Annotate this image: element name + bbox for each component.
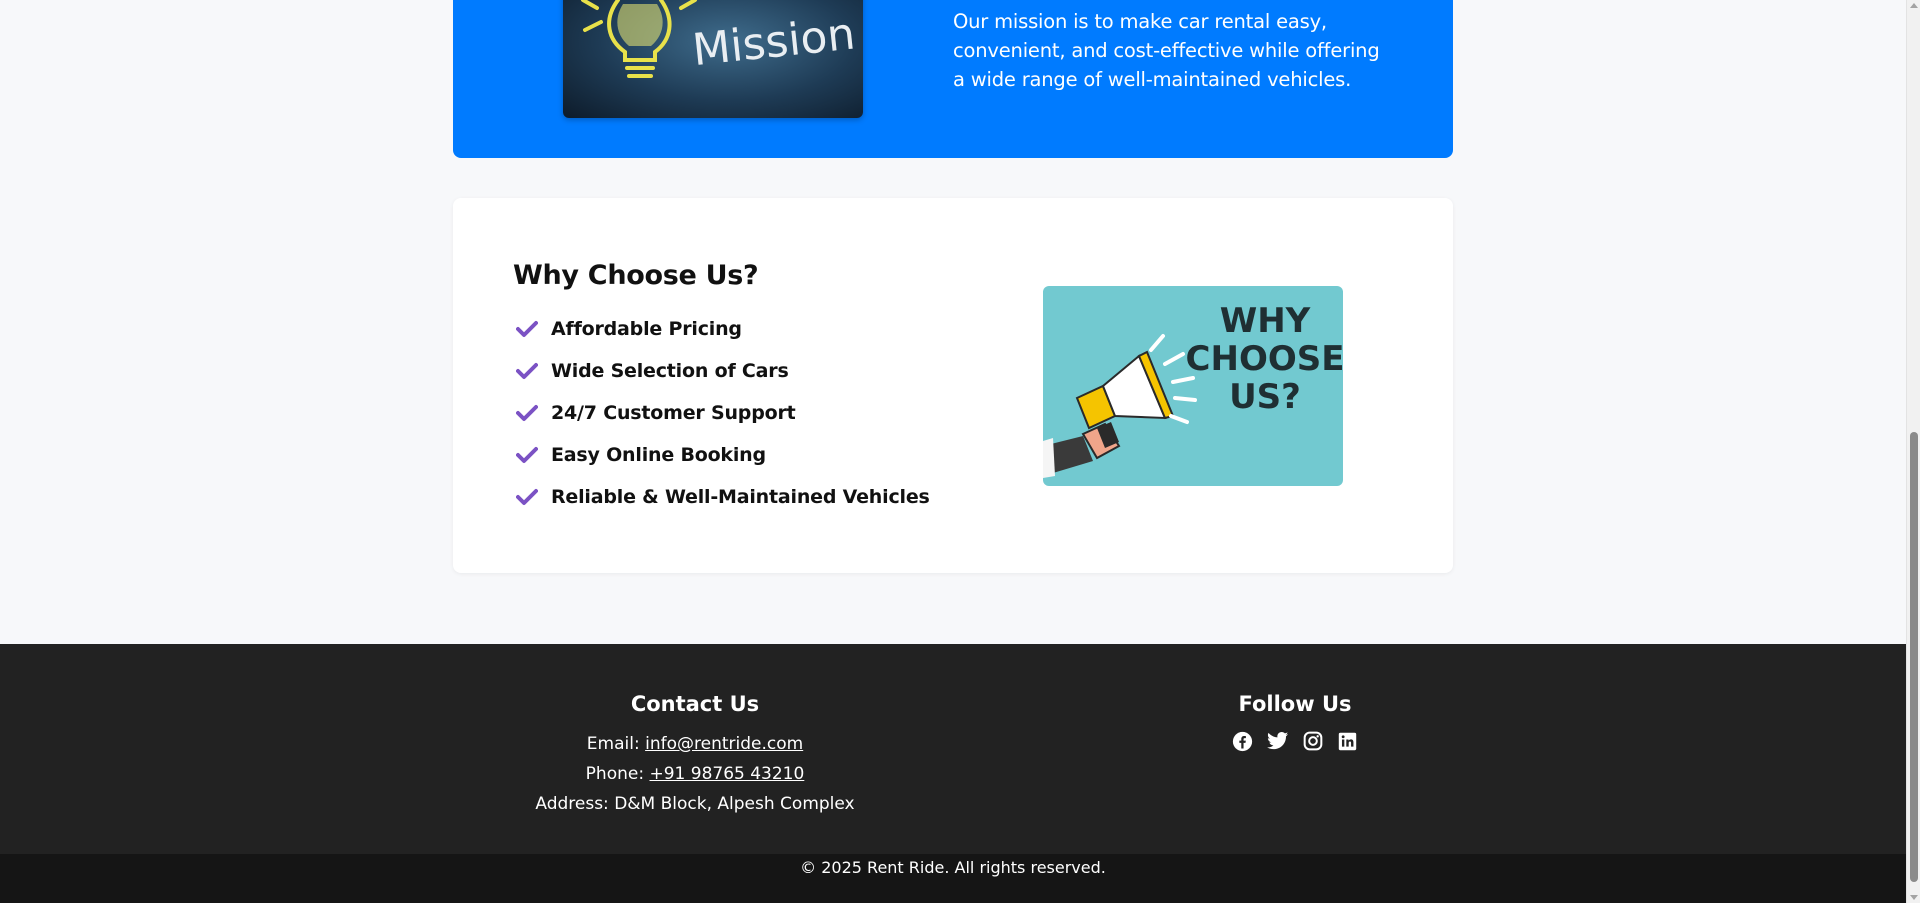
mission-section: Mission Our mission is to make car renta…	[453, 0, 1453, 158]
list-item: 24/7 Customer Support	[513, 392, 930, 434]
instagram-icon[interactable]	[1302, 730, 1324, 752]
check-icon	[515, 319, 539, 339]
follow-section: Follow Us	[1195, 692, 1395, 752]
list-item-label: Easy Online Booking	[551, 444, 766, 466]
phone-link[interactable]: +91 98765 43210	[649, 764, 804, 784]
contact-phone: Phone: +91 98765 43210	[495, 759, 895, 789]
phone-label: Phone:	[585, 764, 645, 784]
contact-address: Address: D&M Block, Alpesh Complex	[495, 789, 895, 819]
mission-image: Mission	[563, 0, 863, 118]
check-icon	[515, 361, 539, 381]
address-label: Address:	[535, 794, 609, 814]
svg-text:WHY: WHY	[1220, 301, 1311, 341]
check-icon	[515, 487, 539, 507]
contact-email: Email: info@rentride.com	[495, 729, 895, 759]
list-item-label: Reliable & Well-Maintained Vehicles	[551, 486, 930, 508]
contact-heading: Contact Us	[630, 692, 760, 716]
scrollbar-thumb[interactable]	[1910, 432, 1918, 882]
copyright-bar: © 2025 Rent Ride. All rights reserved.	[0, 854, 1906, 903]
svg-text:CHOOSE: CHOOSE	[1186, 339, 1343, 379]
list-item-label: Affordable Pricing	[551, 318, 742, 340]
social-links	[1195, 730, 1395, 752]
copyright-text: © 2025 Rent Ride. All rights reserved.	[800, 858, 1106, 877]
why-choose-list: Affordable Pricing Wide Selection of Car…	[513, 308, 930, 518]
follow-heading: Follow Us	[1238, 692, 1352, 716]
page-scrollbar[interactable]	[1906, 0, 1920, 903]
linkedin-icon[interactable]	[1337, 730, 1359, 752]
list-item-label: 24/7 Customer Support	[551, 402, 796, 424]
check-icon	[515, 403, 539, 423]
scroll-up-icon[interactable]	[1910, 3, 1918, 8]
email-label: Email:	[586, 734, 640, 754]
footer: Contact Us Email: info@rentride.com Phon…	[0, 644, 1906, 854]
twitter-icon[interactable]	[1266, 730, 1289, 752]
why-choose-image: WHY CHOOSE US?	[1043, 286, 1343, 486]
svg-text:Mission: Mission	[690, 8, 858, 76]
why-choose-title: Why Choose Us?	[513, 260, 759, 291]
email-link[interactable]: info@rentride.com	[645, 734, 803, 754]
check-icon	[515, 445, 539, 465]
list-item-label: Wide Selection of Cars	[551, 360, 789, 382]
why-choose-section: Why Choose Us? Affordable Pricing Wide S…	[453, 198, 1453, 573]
list-item: Easy Online Booking	[513, 434, 930, 476]
svg-text:US?: US?	[1229, 377, 1301, 417]
list-item: Reliable & Well-Maintained Vehicles	[513, 476, 930, 518]
mission-text: Our mission is to make car rental easy, …	[953, 10, 1380, 91]
address-value: D&M Block, Alpesh Complex	[614, 794, 855, 814]
scroll-down-icon[interactable]	[1910, 895, 1918, 900]
list-item: Wide Selection of Cars	[513, 350, 930, 392]
list-item: Affordable Pricing	[513, 308, 930, 350]
contact-section: Contact Us Email: info@rentride.com Phon…	[495, 692, 895, 819]
facebook-icon[interactable]	[1232, 730, 1254, 752]
